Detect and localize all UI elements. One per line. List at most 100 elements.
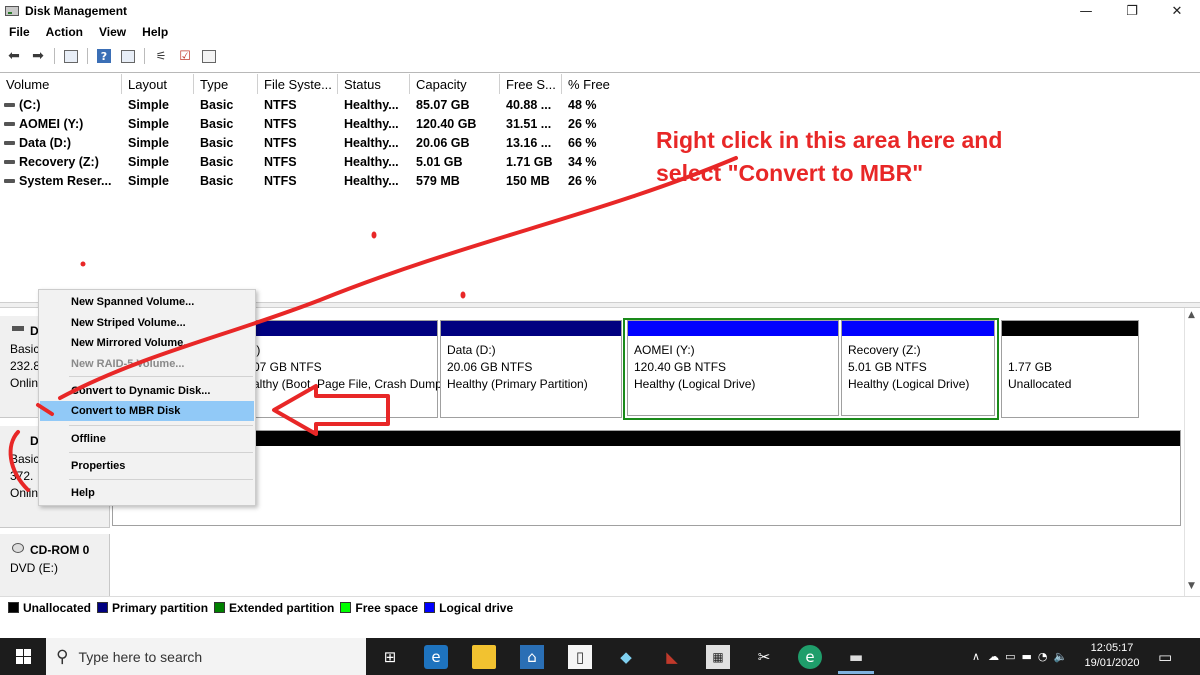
volume-row[interactable]: Data (D:) Simple Basic NTFS Healthy... 2… [0,133,612,152]
volume-list[interactable]: Volume Layout Type File Syste... Status … [0,72,1200,302]
menu-convert-to-mbr-disk[interactable]: Convert to MBR Disk [40,401,254,421]
console-tree-icon[interactable] [61,47,81,65]
settings-icon[interactable] [199,47,219,65]
volume-cell: Data (D:) [0,136,122,150]
menu-properties[interactable]: Properties [40,456,254,476]
menu-file[interactable]: File [0,25,37,39]
battery-icon[interactable]: ▬ [1021,650,1031,663]
capacity-cell: 579 MB [416,173,460,188]
start-button[interactable] [0,638,46,675]
menu-offline[interactable]: Offline [40,429,254,449]
edge-legacy-icon[interactable]: e [424,645,448,669]
menu-new-striped-volume[interactable]: New Striped Volume... [40,313,254,333]
restore-button[interactable]: ❐ [1109,0,1155,22]
partition-recovery[interactable]: Recovery (Z:) 5.01 GB NTFS Healthy (Logi… [841,320,995,416]
partition-aomei[interactable]: AOMEI (Y:) 120.40 GB NTFS Healthy (Logic… [627,320,839,416]
legend: Unallocated Primary partition Extended p… [0,596,1200,618]
help-icon[interactable]: ? [94,47,114,65]
menu-new-spanned-volume[interactable]: New Spanned Volume... [40,292,254,312]
column-capacity[interactable]: Capacity [410,74,500,94]
volume-row[interactable]: System Reser... Simple Basic NTFS Health… [0,171,612,190]
partition-c-status: althy (Boot, Page File, Crash Dump [253,377,442,391]
scroll-down-icon[interactable]: ▼ [1188,581,1195,591]
document-icon[interactable]: ▯ [568,645,592,669]
unallocated-space[interactable]: 1.77 GB Unallocated [1001,320,1139,418]
volume-cell: System Reser... [0,174,122,188]
legend-extended-partition: Extended partition [214,601,334,615]
menu-help[interactable]: Help [40,483,254,503]
onedrive-icon[interactable]: ☁ [988,650,999,663]
search-placeholder: Type here to search [78,648,203,665]
snipping-tool-icon[interactable]: ✂ [752,645,776,669]
menu-view[interactable]: View [90,25,133,39]
prism-icon[interactable]: ◆ [614,645,638,669]
menu-action[interactable]: Action [37,25,90,39]
taskbar-clock[interactable]: 12:05:17 19/01/2020 [1077,641,1147,671]
task-view-icon[interactable]: ⊞ [378,645,402,669]
drive-icon [4,179,15,184]
rescan-icon[interactable]: ⚟ [151,47,171,65]
column-free-space[interactable]: Free S... [500,74,562,94]
forward-arrow-icon[interactable]: ➡ [28,47,48,65]
column-type[interactable]: Type [194,74,258,94]
scroll-up-icon[interactable]: ▲ [1188,310,1195,320]
column-file-system[interactable]: File Syste... [258,74,338,94]
calculator-icon[interactable]: ▦ [706,645,730,669]
column-volume[interactable]: Volume [0,74,122,94]
column-status[interactable]: Status [338,74,410,94]
column-percent-free[interactable]: % Free [562,74,612,94]
usb-icon[interactable]: ▭ [1005,650,1015,663]
close-button[interactable]: ✕ [1154,0,1200,22]
layout-cell: Simple [128,116,169,131]
drive-icon [4,122,15,127]
volume-row[interactable]: AOMEI (Y:) Simple Basic NTFS Healthy... … [0,114,612,133]
disk-icon [12,326,24,331]
menu-separator [69,452,253,453]
disk-management-icon [5,6,19,16]
disk-1-unallocated[interactable] [112,430,1181,526]
status-cell: Healthy... [344,173,399,188]
edge-dev-icon[interactable]: e [798,645,822,669]
volume-row[interactable]: Recovery (Z:) Simple Basic NTFS Healthy.… [0,152,612,171]
volume-row[interactable]: (C:) Simple Basic NTFS Healthy... 85.07 … [0,95,612,114]
status-cell: Healthy... [344,135,399,150]
file-explorer-icon[interactable] [472,645,496,669]
menu-separator [69,376,253,377]
wifi-icon[interactable]: ◔ [1038,650,1048,663]
capacity-cell: 5.01 GB [416,154,463,169]
legend-primary-partition: Primary partition [97,601,208,615]
annotation-line-2: select "Convert to MBR" [656,160,924,186]
free-space-cell: 13.16 ... [506,135,552,150]
properties-icon[interactable] [118,47,138,65]
cdrom-label[interactable]: CD-ROM 0 DVD (E:) [0,534,110,596]
taskbar-search[interactable]: ⚲ Type here to search [46,638,366,675]
notification-icon[interactable]: ▭ [1158,638,1172,675]
partition-c[interactable]: :) 07 GB NTFS althy (Boot, Page File, Cr… [248,320,442,418]
menu-help[interactable]: Help [133,25,175,39]
volume-icon[interactable]: 🔈 [1053,650,1067,663]
status-cell: Healthy... [344,97,399,112]
disk-management-taskbar-icon[interactable]: ▬ [844,645,868,669]
capacity-cell: 85.07 GB [416,97,470,112]
partition-data[interactable]: Data (D:) 20.06 GB NTFS Healthy (Primary… [440,320,622,418]
partition-aomei-label: AOMEI (Y:) [634,343,695,357]
layout-cell: Simple [128,135,169,150]
chevron-up-icon[interactable]: ∧ [972,650,980,663]
menu-new-mirrored-volume[interactable]: New Mirrored Volume... [40,333,254,353]
checklist-icon[interactable]: ☑ [175,47,195,65]
partition-recovery-status: Healthy (Logical Drive) [848,377,970,391]
layout-cell: Simple [128,154,169,169]
visual-studio-icon[interactable]: ◣ [660,645,684,669]
minimize-button[interactable]: — [1063,0,1109,22]
volume-cell: (C:) [0,98,122,112]
back-arrow-icon[interactable]: ⬅ [4,47,24,65]
vertical-scrollbar[interactable]: ▲ ▼ [1184,308,1200,596]
menu-convert-to-dynamic-disk[interactable]: Convert to Dynamic Disk... [40,381,254,401]
legend-swatch [424,602,436,613]
cdrom-drive: DVD (E:) [10,561,58,575]
bank-app-icon[interactable]: ⌂ [520,645,544,669]
menu-new-raid5-volume: New RAID-5 Volume... [71,358,185,370]
clock-date: 19/01/2020 [1084,657,1140,669]
volume-cell: AOMEI (Y:) [0,117,122,131]
column-layout[interactable]: Layout [122,74,194,94]
